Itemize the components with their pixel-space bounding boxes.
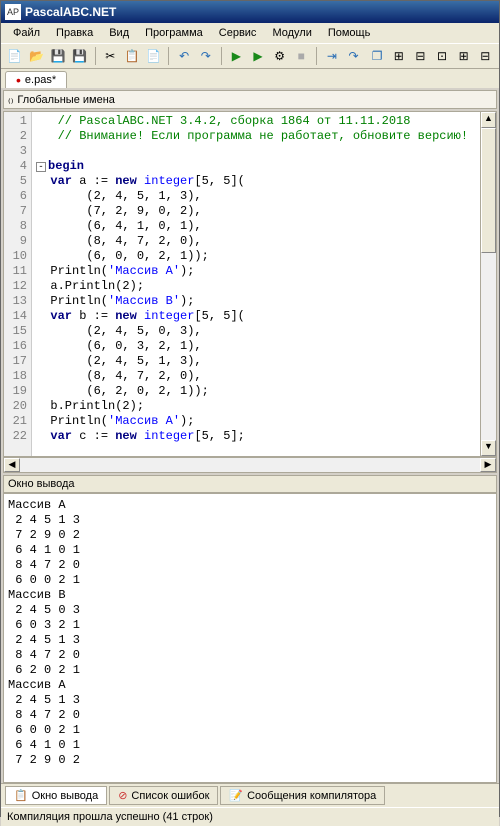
- tab-label: e.pas*: [25, 74, 56, 86]
- open-file-icon[interactable]: 📂: [27, 46, 47, 66]
- undo-icon[interactable]: ↶: [174, 46, 194, 66]
- fold-minus-icon[interactable]: -: [36, 162, 46, 172]
- run-icon[interactable]: ▶: [227, 46, 247, 66]
- code-line[interactable]: [36, 144, 476, 159]
- status-text: Компиляция прошла успешно (41 строк): [7, 811, 213, 823]
- scroll-track-h[interactable]: [20, 458, 480, 472]
- code-line[interactable]: (6, 0, 0, 2, 1));: [36, 249, 476, 264]
- code-line[interactable]: (8, 4, 7, 2, 0),: [36, 369, 476, 384]
- code-line[interactable]: (6, 4, 1, 0, 1),: [36, 219, 476, 234]
- titlebar: AP PascalABC.NET: [1, 1, 499, 23]
- code-content[interactable]: // PascalABC.NET 3.4.2, сборка 1864 от 1…: [32, 112, 480, 456]
- code-line[interactable]: Println('Массив A');: [36, 414, 476, 429]
- modified-dot-icon: •: [16, 76, 21, 84]
- copy-icon[interactable]: 📋: [122, 46, 142, 66]
- names-bar-label: Глобальные имена: [17, 94, 115, 106]
- save-all-icon[interactable]: 💾: [70, 46, 90, 66]
- line-gutter: 12345678910111213141516171819202122: [4, 112, 32, 456]
- titlebar-text: PascalABC.NET: [25, 5, 116, 19]
- toolbar-separator: [168, 47, 169, 65]
- menubar: Файл Правка Вид Программа Сервис Модули …: [1, 23, 499, 43]
- file-tabs: • e.pas*: [1, 69, 499, 88]
- scroll-thumb[interactable]: [481, 128, 496, 253]
- code-line[interactable]: a.Println(2);: [36, 279, 476, 294]
- toolbar-icon-2[interactable]: ⊟: [411, 46, 431, 66]
- stop-icon[interactable]: ■: [291, 46, 311, 66]
- tab-errors-label: Список ошибок: [131, 790, 209, 802]
- scroll-left-button[interactable]: ◀: [4, 458, 20, 472]
- code-line[interactable]: (6, 2, 0, 2, 1));: [36, 384, 476, 399]
- menu-program[interactable]: Программа: [137, 25, 211, 41]
- code-line[interactable]: var a := new integer[5, 5](: [36, 174, 476, 189]
- compiler-tab-icon: 📝: [229, 789, 243, 802]
- paste-icon[interactable]: 📄: [144, 46, 164, 66]
- tab-compiler[interactable]: 📝 Сообщения компилятора: [220, 786, 385, 805]
- menu-view[interactable]: Вид: [101, 25, 137, 41]
- code-line[interactable]: var c := new integer[5, 5];: [36, 429, 476, 444]
- braces-icon: ₍₎: [8, 93, 13, 106]
- names-bar[interactable]: ₍₎ Глобальные имена: [3, 90, 497, 109]
- errors-tab-icon: ⊘: [118, 789, 127, 802]
- code-line[interactable]: -begin: [36, 159, 476, 174]
- code-line[interactable]: (2, 4, 5, 1, 3),: [36, 354, 476, 369]
- scroll-track[interactable]: [481, 128, 496, 440]
- menu-file[interactable]: Файл: [5, 25, 48, 41]
- save-file-icon[interactable]: 💾: [48, 46, 68, 66]
- horizontal-scrollbar[interactable]: ◀ ▶: [3, 457, 497, 473]
- code-line[interactable]: var b := new integer[5, 5](: [36, 309, 476, 324]
- menu-service[interactable]: Сервис: [211, 25, 265, 41]
- toolbar-icon-1[interactable]: ⊞: [389, 46, 409, 66]
- vertical-scrollbar[interactable]: ▲ ▼: [480, 112, 496, 456]
- toolbar-icon-5[interactable]: ⊟: [475, 46, 495, 66]
- code-line[interactable]: // Внимание! Если программа не работает,…: [36, 129, 476, 144]
- code-line[interactable]: // PascalABC.NET 3.4.2, сборка 1864 от 1…: [36, 114, 476, 129]
- code-line[interactable]: (2, 4, 5, 1, 3),: [36, 189, 476, 204]
- new-file-icon[interactable]: 📄: [5, 46, 25, 66]
- window-icon[interactable]: ❐: [367, 46, 387, 66]
- compile-icon[interactable]: ⚙: [270, 46, 290, 66]
- scroll-right-button[interactable]: ▶: [480, 458, 496, 472]
- toolbar-icon-4[interactable]: ⊞: [454, 46, 474, 66]
- output-area[interactable]: Массив A 2 4 5 1 3 7 2 9 0 2 6 4 1 0 1 8…: [3, 493, 497, 783]
- step-over-icon[interactable]: ↷: [344, 46, 364, 66]
- toolbar-separator: [221, 47, 222, 65]
- code-line[interactable]: (6, 0, 3, 2, 1),: [36, 339, 476, 354]
- toolbar-separator: [316, 47, 317, 65]
- toolbar-icon-3[interactable]: ⊡: [432, 46, 452, 66]
- tab-output[interactable]: 📋 Окно вывода: [5, 786, 107, 805]
- run-debug-icon[interactable]: ▶: [248, 46, 268, 66]
- output-tab-icon: 📋: [14, 789, 28, 802]
- code-line[interactable]: (7, 2, 9, 0, 2),: [36, 204, 476, 219]
- redo-icon[interactable]: ↷: [196, 46, 216, 66]
- menu-help[interactable]: Помощь: [320, 25, 379, 41]
- scroll-up-button[interactable]: ▲: [481, 112, 496, 128]
- scroll-down-button[interactable]: ▼: [481, 440, 496, 456]
- tab-output-label: Окно вывода: [32, 790, 99, 802]
- code-line[interactable]: Println('Массив B');: [36, 294, 476, 309]
- menu-edit[interactable]: Правка: [48, 25, 101, 41]
- tab-compiler-label: Сообщения компилятора: [247, 790, 376, 802]
- output-header-label: Окно вывода: [8, 478, 75, 490]
- bottom-tabs: 📋 Окно вывода ⊘ Список ошибок 📝 Сообщени…: [1, 783, 499, 807]
- step-into-icon[interactable]: ⇥: [322, 46, 342, 66]
- code-line[interactable]: (8, 4, 7, 2, 0),: [36, 234, 476, 249]
- output-header: Окно вывода: [3, 475, 497, 493]
- menu-modules[interactable]: Модули: [264, 25, 319, 41]
- cut-icon[interactable]: ✂: [100, 46, 120, 66]
- code-line[interactable]: b.Println(2);: [36, 399, 476, 414]
- app-icon: AP: [5, 4, 21, 20]
- toolbar: 📄 📂 💾 💾 ✂ 📋 📄 ↶ ↷ ▶ ▶ ⚙ ■ ⇥ ↷ ❐ ⊞ ⊟ ⊡ ⊞ …: [1, 43, 499, 69]
- code-line[interactable]: (2, 4, 5, 0, 3),: [36, 324, 476, 339]
- tab-errors[interactable]: ⊘ Список ошибок: [109, 786, 218, 805]
- tab-file[interactable]: • e.pas*: [5, 71, 67, 88]
- code-line[interactable]: Println('Массив A');: [36, 264, 476, 279]
- code-editor[interactable]: 12345678910111213141516171819202122 // P…: [3, 111, 497, 457]
- toolbar-separator: [95, 47, 96, 65]
